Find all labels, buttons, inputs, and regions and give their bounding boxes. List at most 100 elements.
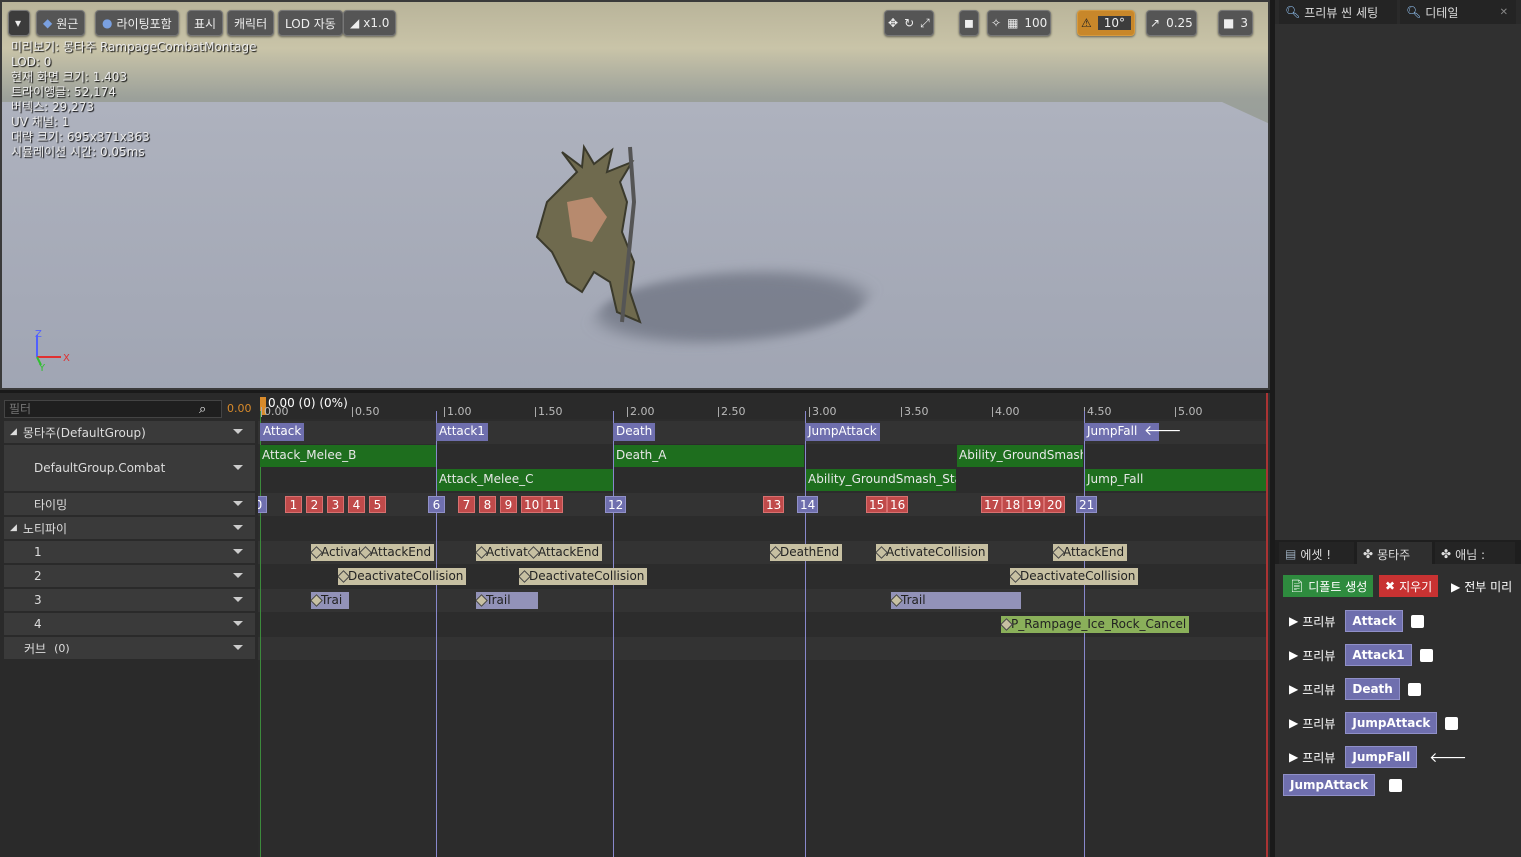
create-default-button[interactable]: 📄︎ 디폴트 생성 — [1283, 575, 1374, 597]
timing-marker[interactable]: 0 — [258, 496, 267, 513]
lod-button[interactable]: LOD 자동 — [278, 10, 343, 36]
section-chip[interactable]: JumpAttack — [1345, 712, 1438, 734]
section-chip[interactable]: Attack — [1345, 610, 1404, 632]
notify-event[interactable]: AttackEnd — [360, 544, 435, 561]
preview-all-button[interactable]: ▶ 전부 미리 — [1451, 578, 1512, 595]
translate-icon[interactable]: ✥ — [888, 16, 898, 30]
rotation-snap-group[interactable]: ⚠ 10° — [1077, 10, 1136, 36]
notify-event[interactable]: DeathEnd — [770, 544, 843, 561]
notify-event[interactable]: ActivateCollision — [876, 544, 989, 561]
play-icon[interactable]: ▶ — [1289, 716, 1298, 730]
tab-anim-notifies[interactable]: ✤ 애님 : — [1435, 542, 1515, 566]
timing-marker[interactable]: 19 — [1023, 496, 1045, 513]
notify-event[interactable]: DeactivateCollision — [519, 568, 648, 585]
anim-segment[interactable]: Death_A — [614, 445, 804, 467]
timing-marker[interactable]: 14 — [797, 496, 819, 513]
section-marker[interactable]: Attack — [260, 423, 305, 441]
notifies-row[interactable]: ◢ 노티파이 — [4, 517, 255, 539]
anim-segment[interactable]: Jump_Fall — [1085, 469, 1268, 491]
notify-event[interactable]: Activat — [311, 544, 363, 561]
section-chip[interactable]: JumpAttack — [1283, 774, 1376, 796]
dropdown-icon[interactable] — [233, 549, 243, 554]
preview-button[interactable]: 프리뷰 — [1302, 613, 1335, 630]
timing-marker[interactable]: 8 — [479, 496, 496, 513]
timing-marker[interactable]: 7 — [458, 496, 475, 513]
notify-event[interactable]: Activat — [476, 544, 528, 561]
anim-segment[interactable]: Ability_GroundSmash_Sta — [806, 469, 956, 491]
search-icon[interactable]: ⌕ — [199, 402, 206, 417]
dropdown-icon[interactable] — [233, 429, 243, 434]
clear-button[interactable]: ✖ 지우기 — [1379, 575, 1439, 597]
notify-track-2[interactable]: 2 — [4, 565, 255, 587]
notify-state[interactable]: Trai — [311, 592, 349, 609]
collapse-arrow-icon[interactable]: ◢ — [10, 427, 17, 437]
dropdown-icon[interactable] — [233, 597, 243, 602]
notify-state[interactable]: Trail — [891, 592, 1021, 609]
anim-segment[interactable]: Attack_Melee_B — [260, 445, 436, 467]
grid-snap-group[interactable]: ✧ ▦ 100 — [987, 10, 1052, 36]
curves-row[interactable]: 커브 (0) — [4, 637, 255, 659]
checkbox[interactable] — [1419, 648, 1433, 662]
close-icon[interactable]: ✕ — [1500, 7, 1508, 18]
timing-marker[interactable]: 1 — [285, 496, 302, 513]
timing-marker[interactable]: 11 — [542, 496, 564, 513]
playback-speed-button[interactable]: ◢ x1.0 — [343, 10, 397, 36]
timing-marker[interactable]: 5 — [369, 496, 386, 513]
notify-track-3[interactable]: 3 — [4, 589, 255, 611]
filter-field[interactable]: ⌕ — [4, 400, 222, 418]
world-local-button[interactable]: ◼ — [959, 10, 979, 36]
notify-event[interactable]: AttackEnd — [528, 544, 603, 561]
dropdown-icon[interactable] — [233, 621, 243, 626]
filter-input[interactable] — [9, 402, 199, 416]
timing-marker[interactable]: 4 — [348, 496, 365, 513]
dropdown-icon[interactable] — [233, 501, 243, 506]
timing-marker[interactable]: 18 — [1002, 496, 1024, 513]
section-marker[interactable]: JumpAttack — [805, 423, 880, 441]
timing-marker[interactable]: 3 — [327, 496, 344, 513]
notify-particle[interactable]: P_Rampage_Ice_Rock_Cancel — [1001, 616, 1190, 633]
play-icon[interactable]: ▶ — [1289, 614, 1298, 628]
timing-marker[interactable]: 6 — [428, 496, 445, 513]
time-ruler[interactable]: 0.00 (0) (0%) 0.00 0.50 1.00 1.50 2.00 2… — [258, 393, 1268, 419]
tab-preview-scene-settings[interactable]: 🔍︎ 프리뷰 씬 세팅 — [1279, 0, 1397, 24]
rotate-icon[interactable]: ↻ — [904, 16, 914, 30]
perspective-button[interactable]: ◆ 원근 — [36, 10, 86, 36]
notify-event[interactable]: DeactivateCollision — [338, 568, 467, 585]
section-chip[interactable]: Death — [1345, 678, 1400, 700]
dropdown-icon[interactable] — [233, 573, 243, 578]
collapse-arrow-icon[interactable]: ◢ — [10, 523, 17, 533]
camera-speed-button[interactable]: ■ 3 — [1218, 10, 1253, 36]
timing-marker[interactable]: 17 — [981, 496, 1003, 513]
play-icon[interactable]: ▶ — [1289, 750, 1298, 764]
slot-row[interactable]: DefaultGroup.Combat — [4, 445, 255, 491]
preview-viewport[interactable]: ▾ ◆ 원근 ● 라이팅포함 표시 캐릭터 LOD 자동 ◢ x1.0 ✥ ↻ ⤢ ◼… — [0, 0, 1270, 390]
checkbox[interactable] — [1411, 614, 1425, 628]
tab-montage-sections[interactable]: ✤ 몽타주 — [1357, 542, 1432, 566]
timing-marker[interactable]: 12 — [605, 496, 627, 513]
anim-segment[interactable]: Ability_GroundSmash — [957, 445, 1083, 467]
timing-marker[interactable]: 2 — [306, 496, 323, 513]
preview-button[interactable]: 프리뷰 — [1302, 715, 1335, 732]
play-icon[interactable]: ▶ — [1289, 648, 1298, 662]
character-button[interactable]: 캐릭터 — [227, 10, 275, 36]
timing-marker[interactable]: 10 — [521, 496, 543, 513]
checkbox[interactable] — [1407, 682, 1421, 696]
section-marker[interactable]: Death — [613, 423, 656, 441]
dropdown-icon[interactable] — [233, 645, 243, 650]
panel-splitter[interactable] — [1270, 0, 1275, 857]
checkbox[interactable] — [1389, 778, 1403, 792]
dropdown-icon[interactable] — [233, 465, 243, 470]
timing-marker[interactable]: 21 — [1076, 496, 1098, 513]
track-area[interactable]: 0.00 (0) (0%) 0.00 0.50 1.00 1.50 2.00 2… — [258, 393, 1268, 857]
timing-marker[interactable]: 13 — [763, 496, 785, 513]
preview-button[interactable]: 프리뷰 — [1302, 681, 1335, 698]
anim-segment[interactable]: Attack_Melee_C — [437, 469, 613, 491]
scale-icon[interactable]: ⤢ — [920, 16, 930, 31]
montage-group-row[interactable]: ◢ 몽타주(DefaultGroup) — [4, 421, 255, 443]
lighting-button[interactable]: ● 라이팅포함 — [95, 10, 179, 36]
notify-track-4[interactable]: 4 — [4, 613, 255, 635]
notify-event[interactable]: AttackEnd — [1053, 544, 1128, 561]
timing-marker[interactable]: 9 — [500, 496, 517, 513]
dropdown-icon[interactable] — [233, 525, 243, 530]
notify-event[interactable]: DeactivateCollision — [1010, 568, 1139, 585]
